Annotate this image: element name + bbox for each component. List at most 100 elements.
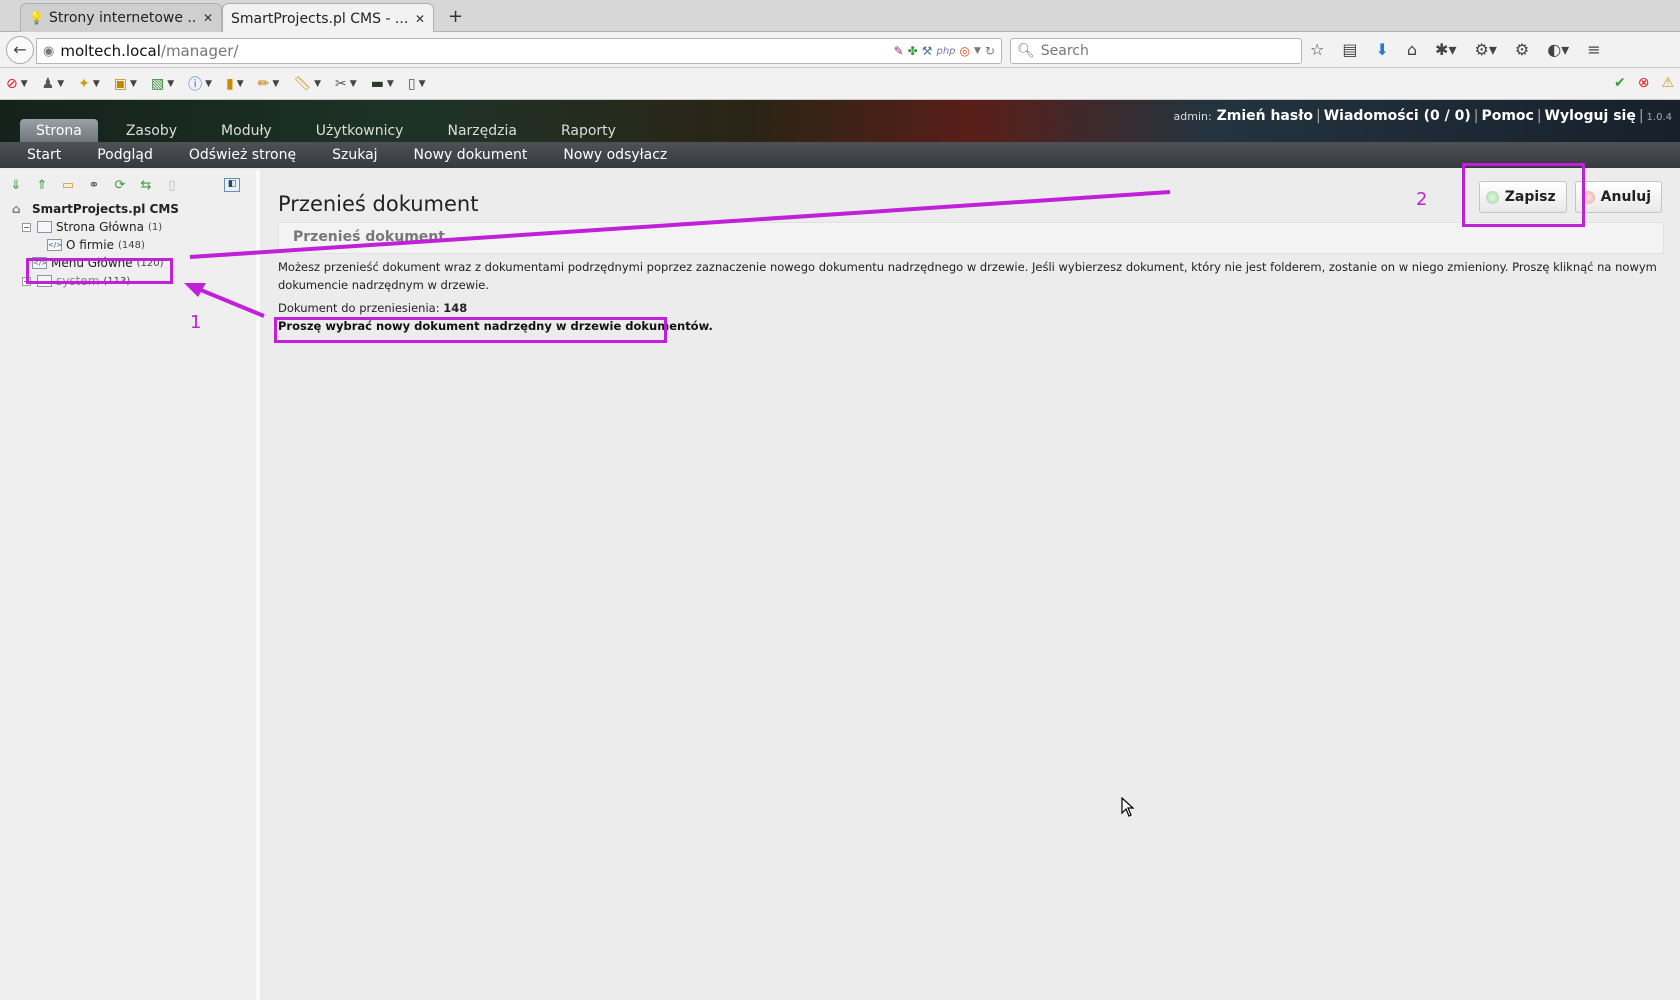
wand-icon[interactable]: ✦ ▼ [78, 76, 100, 92]
collapse-node-icon[interactable]: − [22, 222, 31, 232]
user-label: admin: [1173, 110, 1212, 123]
extension-icon[interactable]: ◐▾ [1547, 40, 1569, 59]
collapse-panel-icon[interactable]: ◧ [224, 178, 240, 192]
submenu-search[interactable]: Szukaj [332, 147, 377, 163]
browser-nav-bar: ← ◉ moltech.local/manager/ ✎ ✤ ⚒ php ◎ ▼… [0, 32, 1680, 68]
submenu-start[interactable]: Start [27, 147, 61, 163]
search-placeholder: Search [1040, 43, 1089, 59]
search-icon: 🔍︎ [1017, 43, 1035, 59]
logout-link[interactable]: Wyloguj się [1545, 108, 1636, 124]
expand-all-icon[interactable]: ⇓ [8, 178, 24, 193]
collapse-all-icon[interactable]: ⇑ [34, 178, 50, 193]
sort-icon[interactable]: ⇆ [138, 178, 154, 193]
php-icon[interactable]: php [936, 46, 955, 57]
submenu-refresh[interactable]: Odśwież stronę [189, 147, 296, 163]
refresh-icon[interactable]: ⟳ [112, 178, 128, 193]
section-header: Przenieś dokument [278, 222, 1664, 254]
top-user-menu: admin: Zmień hasło | Wiadomości (0 / 0) | Po… [1173, 108, 1672, 124]
puzzle-icon[interactable]: ✤ [908, 44, 918, 58]
check-icon[interactable]: ✔ [1614, 75, 1626, 91]
annotation-box-tree-node [26, 258, 173, 284]
tree-root[interactable]: ⌂ SmartProjects.pl CMS [12, 200, 256, 218]
page-icon[interactable]: ▯ ▼ [408, 76, 426, 92]
messages-link[interactable]: Wiadomości (0 / 0) [1324, 108, 1471, 124]
search-input[interactable]: 🔍︎ Search [1010, 38, 1302, 64]
info-icon[interactable]: ⓘ ▼ [188, 74, 212, 94]
wrench-icon[interactable]: ⚒ [922, 44, 933, 58]
globe-icon: ◉ [43, 43, 55, 59]
url-host: moltech.local [60, 42, 161, 60]
tab-title: Strony internetowe ... [49, 10, 197, 26]
change-password-link[interactable]: Zmień hasło [1217, 108, 1313, 124]
trash-icon[interactable]: ▯ [164, 178, 180, 193]
new-folder-icon[interactable]: ▭ [60, 178, 76, 193]
tab-title: SmartProjects.pl CMS - ... [231, 10, 409, 27]
tab-narzedzia[interactable]: Narzędzia [431, 119, 532, 142]
clipboard-icon[interactable]: ▣ ▼ [114, 76, 137, 92]
document-to-move: Dokument do przeniesienia: 148 [278, 301, 467, 315]
submenu-preview[interactable]: Podgląd [97, 147, 153, 163]
tree-node-id: (148) [117, 239, 145, 251]
browser-tab-1[interactable]: 💡 Strony internetowe ... ✕ [20, 3, 222, 32]
browser-tab-bar: 💡 Strony internetowe ... ✕ SmartProjects… [0, 0, 1680, 33]
tree-node-label: O firmie [66, 238, 114, 252]
cms-header: admin: Zmień hasło | Wiadomości (0 / 0) | Po… [0, 100, 1680, 142]
tab-moduly[interactable]: Moduły [205, 119, 288, 142]
star-icon[interactable]: ☆ [1310, 40, 1324, 59]
bug-icon[interactable]: ✱▾ [1435, 40, 1456, 59]
close-tab-icon[interactable]: ✕ [415, 12, 425, 26]
book-icon[interactable]: ▮ ▼ [226, 76, 244, 92]
home-icon[interactable]: ⌂ [1407, 40, 1417, 59]
document-to-move-label: Dokument do przeniesienia: [278, 301, 440, 315]
submenu-new-weblink[interactable]: Nowy odsyłacz [563, 147, 667, 163]
back-button[interactable]: ← [6, 36, 34, 64]
annotation-box-instruction [274, 317, 667, 343]
tree-node-o-firmie[interactable]: </> O firmie (148) [12, 236, 256, 254]
tab-raporty[interactable]: Raporty [545, 119, 632, 142]
tree-node-label: Strona Główna [56, 220, 144, 234]
gear-icon[interactable]: ⚙ [1515, 40, 1529, 59]
new-tab-button[interactable]: + [448, 6, 463, 27]
disable-icon[interactable]: ⊘ ▼ [6, 76, 28, 92]
tab-zasoby[interactable]: Zasoby [110, 119, 193, 142]
page-title: Przenieś dokument [278, 192, 479, 216]
cancel-button[interactable]: Anuluj [1574, 181, 1662, 213]
tree-root-label: SmartProjects.pl CMS [32, 202, 179, 216]
submenu-new-document[interactable]: Nowy dokument [414, 147, 528, 163]
mouse-cursor-icon [1121, 797, 1135, 817]
monitor-icon[interactable]: ▬ ▼ [371, 76, 394, 92]
tree-toolbar: ⇓ ⇑ ▭ ⚭ ⟳ ⇆ ▯ ◧ [0, 170, 256, 200]
browser-tab-2[interactable]: SmartProjects.pl CMS - ... ✕ [222, 3, 434, 33]
addon-toolbar: ⊘ ▼ ♟ ▼ ✦ ▼ ▣ ▼ ▧ ▼ ⓘ ▼ ▮ ▼ ✏ ▼ 📏︎ ▼ ✂ ▼ ▬ ▼ ▯ ▼ ✔ ⊗… [0, 68, 1680, 100]
help-link[interactable]: Pomoc [1481, 108, 1533, 124]
wrench-icon[interactable]: ✂ ▼ [335, 76, 357, 92]
lightbulb-icon: 💡 [29, 11, 44, 25]
warning-icon[interactable]: ⚠ [1661, 75, 1674, 91]
tools-icon[interactable]: ⚙▾ [1474, 40, 1496, 59]
sitemap-icon: ⌂ [12, 202, 21, 216]
feather-icon[interactable]: ✎ [894, 44, 904, 58]
link-icon[interactable]: ⚭ [86, 178, 102, 193]
pencil-icon[interactable]: ✏ ▼ [258, 76, 280, 92]
tab-uzytkownicy[interactable]: Użytkownicy [300, 119, 420, 142]
annotation-label-1: 1 [190, 312, 202, 333]
user-icon[interactable]: ♟ ▼ [42, 76, 64, 92]
url-bar[interactable]: ◉ moltech.local/manager/ ✎ ✤ ⚒ php ◎ ▼ ↻ [36, 38, 1002, 64]
ubuntu-icon[interactable]: ◎ [960, 44, 970, 58]
reload-icon[interactable]: ↻ [985, 44, 995, 58]
reading-list-icon[interactable]: ▤ [1342, 40, 1357, 59]
image-icon[interactable]: ▧ ▼ [151, 76, 174, 92]
document-tree-panel: ⇓ ⇑ ▭ ⚭ ⟳ ⇆ ▯ ◧ ⌂ SmartProjects.pl CMS −… [0, 170, 260, 1000]
status-icons: ✔ ⊗ ⚠ [1614, 75, 1674, 91]
version-label: 1.0.4 [1646, 112, 1672, 123]
error-icon[interactable]: ⊗ [1638, 75, 1650, 91]
download-icon[interactable]: ⬇ [1375, 40, 1388, 59]
close-tab-icon[interactable]: ✕ [203, 11, 213, 25]
hamburger-menu-icon[interactable]: ≡ [1587, 40, 1600, 59]
ruler-icon[interactable]: 📏︎ ▼ [293, 76, 321, 92]
annotation-box-save [1462, 163, 1585, 227]
tab-strona[interactable]: Strona [20, 119, 98, 142]
tree-node-strona-glowna[interactable]: − Strona Główna (1) [12, 218, 256, 236]
chevron-down-icon[interactable]: ▼ [974, 46, 981, 56]
document-to-move-id: 148 [443, 301, 468, 315]
